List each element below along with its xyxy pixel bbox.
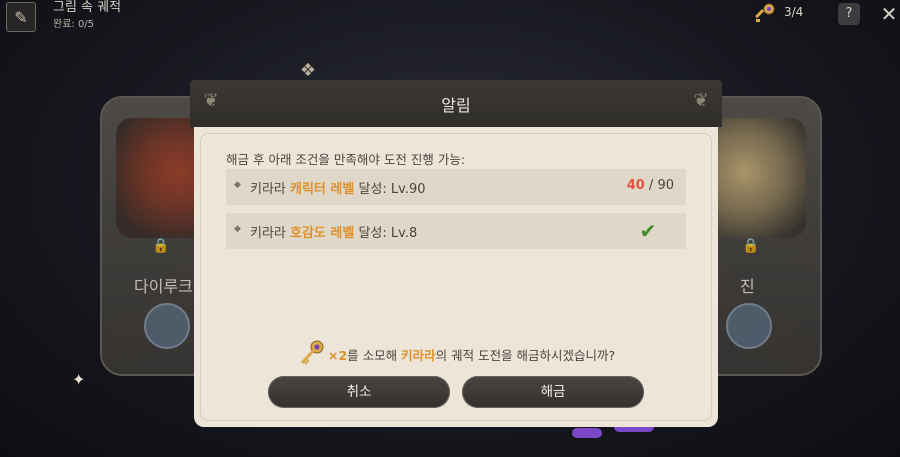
butterfly-ornament-icon: ❦ [693,90,709,111]
confirm-text: ×2를 소모해 키라라의 궤적 도전을 해금하시겠습니까? [328,348,616,363]
golden-key-icon [755,3,775,22]
condition-row-level: ◆ 키라라 캐릭터 레벨 달성: Lv.90 40 / 90 [226,169,686,205]
completion-progress: 완료: 0/5 [53,19,95,30]
dialog-header: ❦ 알림 ❦ [190,80,722,127]
close-button[interactable]: ✕ [878,2,900,26]
key-count: 3/4 [784,5,804,19]
condition-progress: 40 / 90 [626,178,674,193]
condition-text: 키라라 호감도 레벨 달성: Lv.8 [250,226,418,241]
condition-row-friendship: ◆ 키라라 호감도 레벨 달성: Lv.8 ✔ [226,213,686,249]
trial-badge-icon [726,303,772,349]
lock-icon: 🔒 [742,238,760,254]
diamond-bullet-icon: ◆ [234,224,241,234]
character-name: 진 [740,277,755,296]
dialog-title: 알림 [441,96,471,115]
trial-badge-icon [144,303,190,349]
unlock-dialog: ❦ 알림 ❦ 해금 후 아래 조건을 만족해야 도전 진행 가능: ◆ 키라라 … [190,80,722,435]
condition-text: 키라라 캐릭터 레벨 달성: Lv.90 [250,182,426,197]
checkmark-icon: ✔ [639,219,657,243]
lock-icon: 🔒 [152,238,170,254]
golden-key-icon [300,340,324,365]
top-bar: ✎ 그림 속 궤적 완료: 0/5 3/4 ? ✕ [0,0,900,34]
page-title: 그림 속 궤적 [53,0,122,15]
unlock-button[interactable]: 해금 [462,376,644,408]
character-name: 다이루크 [134,277,193,296]
diamond-bullet-icon: ◆ [234,180,241,190]
intro-text: 해금 후 아래 조건을 만족해야 도전 진행 가능: [226,152,466,167]
quest-book-icon: ✎ [6,2,36,32]
sparkle-icon: ✦ [72,370,86,389]
butterfly-ornament-icon: ❦ [203,90,219,111]
dialog-body: 해금 후 아래 조건을 만족해야 도전 진행 가능: ◆ 키라라 캐릭터 레벨 … [194,127,718,427]
help-button[interactable]: ? [838,3,860,25]
cancel-button[interactable]: 취소 [268,376,450,408]
